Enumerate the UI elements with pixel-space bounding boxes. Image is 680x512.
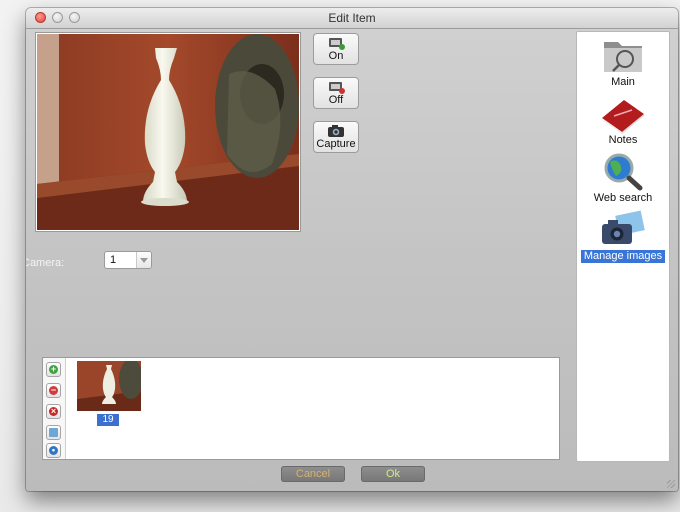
edit-item-window: Edit Item On Off Capture Camera: 1 + − ×… — [26, 8, 678, 491]
camera-on-label: On — [328, 50, 344, 62]
camera-label: Camera: — [26, 257, 65, 269]
webcam-on-icon — [329, 38, 345, 50]
add-image-button[interactable]: + — [46, 362, 61, 377]
window-content: On Off Capture Camera: 1 + − × • 19 Canc… — [26, 29, 678, 491]
camera-select[interactable]: 1 — [104, 251, 152, 269]
camera-off-button[interactable]: Off — [313, 77, 359, 109]
sidebar-item-notes[interactable]: Notes — [577, 92, 669, 147]
webcam-off-icon — [329, 82, 345, 94]
sidebar-item-label: Notes — [608, 134, 638, 146]
capture-button[interactable]: Capture — [313, 121, 359, 153]
export-image-button[interactable]: • — [46, 443, 61, 458]
sidebar-item-main[interactable]: Main — [577, 34, 669, 89]
vase-photo — [37, 34, 299, 230]
image-gallery: + − × • 19 — [42, 357, 560, 460]
photo-camera-icon — [602, 208, 648, 244]
edit-image-button[interactable] — [46, 425, 61, 440]
window-title: Edit Item — [328, 11, 376, 25]
sidebar-item-label: Web search — [593, 192, 653, 204]
ok-button[interactable]: Ok — [361, 466, 425, 482]
notebook-icon — [602, 100, 644, 134]
camera-select-value: 1 — [110, 254, 117, 266]
capture-label: Capture — [316, 138, 356, 150]
sidebar-item-label: Manage images — [580, 250, 666, 263]
folder-icon — [604, 42, 642, 72]
camera-on-button[interactable]: On — [313, 33, 359, 65]
sidebar-item-web-search[interactable]: Web search — [577, 150, 669, 205]
sidebar-item-label: Main — [611, 76, 635, 88]
title-bar[interactable]: Edit Item — [26, 8, 678, 29]
chevron-down-icon[interactable] — [136, 252, 151, 268]
camera-off-label: Off — [328, 94, 344, 106]
cancel-button[interactable]: Cancel — [281, 466, 345, 482]
magnifier-globe-icon — [604, 153, 643, 191]
edit-icon — [49, 428, 58, 437]
camera-icon — [328, 125, 344, 137]
section-sidebar: Main Notes Web search Manage images — [576, 31, 670, 462]
remove-image-button[interactable]: − — [46, 383, 61, 398]
image-thumbnail[interactable] — [77, 361, 141, 411]
resize-grip[interactable] — [667, 480, 675, 488]
vase-thumbnail-image — [77, 361, 141, 411]
camera-preview — [36, 33, 300, 231]
sidebar-item-manage-images[interactable]: Manage images — [577, 208, 669, 263]
gallery-toolbar: + − × • — [43, 358, 66, 459]
thumbnail-caption: 19 — [97, 414, 119, 426]
delete-image-button[interactable]: × — [46, 404, 61, 419]
